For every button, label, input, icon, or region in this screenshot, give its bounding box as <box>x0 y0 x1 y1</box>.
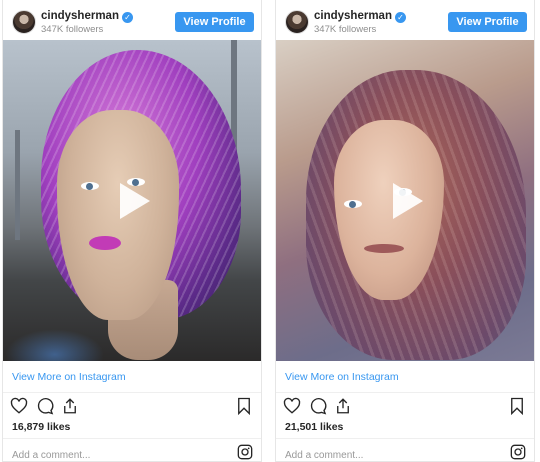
portrait-lips <box>89 236 121 250</box>
comment-icon[interactable] <box>36 397 54 415</box>
avatar[interactable] <box>12 10 36 34</box>
comment-row <box>3 438 261 461</box>
like-count[interactable]: 21,501 likes <box>285 421 343 433</box>
like-count[interactable]: 16,879 likes <box>12 421 70 433</box>
verified-badge-icon: ✓ <box>121 12 133 23</box>
comment-row <box>276 438 534 461</box>
video-thumbnail[interactable] <box>3 40 261 361</box>
follower-count: 347K followers <box>314 24 377 35</box>
comment-input[interactable] <box>10 447 214 461</box>
action-bar <box>3 395 261 419</box>
heart-icon[interactable] <box>10 397 28 415</box>
share-icon[interactable] <box>334 397 352 415</box>
post-header: cindysherman ✓ 347K followers View Profil… <box>276 0 534 40</box>
view-more-link[interactable]: View More on Instagram <box>12 371 126 383</box>
share-icon[interactable] <box>61 397 79 415</box>
portrait-eye <box>344 200 362 208</box>
comment-input[interactable] <box>283 447 487 461</box>
instagram-icon[interactable] <box>237 444 253 460</box>
view-more-link[interactable]: View More on Instagram <box>285 371 399 383</box>
avatar[interactable] <box>285 10 309 34</box>
view-more-row: View More on Instagram <box>276 361 534 393</box>
video-thumbnail[interactable] <box>276 40 534 361</box>
view-more-row: View More on Instagram <box>3 361 261 393</box>
play-icon[interactable] <box>110 179 154 223</box>
bookmark-icon[interactable] <box>508 397 526 415</box>
username[interactable]: cindysherman <box>41 10 119 22</box>
instagram-embed-card-2: cindysherman ✓ 347K followers View Profil… <box>275 0 535 462</box>
portrait-eye <box>81 182 99 190</box>
username-row[interactable]: cindysherman ✓ <box>314 10 406 23</box>
verified-badge-icon: ✓ <box>394 12 406 23</box>
portrait-mouth <box>364 244 404 253</box>
view-profile-button[interactable]: View Profile <box>448 12 527 32</box>
bookmark-icon[interactable] <box>235 397 253 415</box>
username[interactable]: cindysherman <box>314 10 392 22</box>
follower-count: 347K followers <box>41 24 104 35</box>
action-bar <box>276 395 534 419</box>
view-profile-button[interactable]: View Profile <box>175 12 254 32</box>
heart-icon[interactable] <box>283 397 301 415</box>
post-header: cindysherman ✓ 347K followers View Profil… <box>3 0 261 40</box>
play-icon[interactable] <box>383 179 427 223</box>
background-tower <box>15 130 20 240</box>
username-row[interactable]: cindysherman ✓ <box>41 10 133 23</box>
instagram-embed-card-1: cindysherman ✓ 347K followers View Profil… <box>2 0 262 462</box>
instagram-icon[interactable] <box>510 444 526 460</box>
comment-icon[interactable] <box>309 397 327 415</box>
